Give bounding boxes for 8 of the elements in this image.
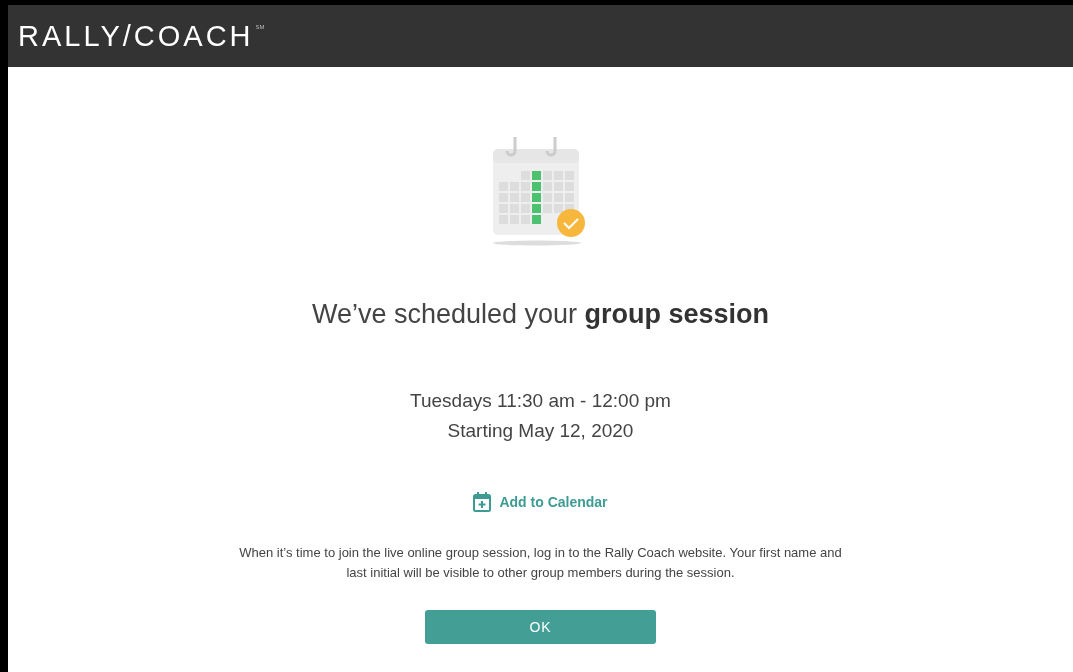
schedule-text: Tuesdays 11:30 am - 12:00 pm	[410, 390, 671, 412]
start-date-text: Starting May 12, 2020	[447, 420, 634, 442]
add-to-calendar-link[interactable]: Add to Calendar	[473, 492, 608, 512]
confirmation-title: We’ve scheduled your group session	[311, 299, 770, 330]
ok-button[interactable]: OK	[425, 610, 656, 644]
logo: RALLY/COACH$^{SM}$	[18, 19, 265, 53]
session-note: When it’s time to join the live online group session, log in to the Rally Coach website. Your first name and last initial will be visible to other group members during the session.	[238, 544, 843, 582]
calendar-plus-icon	[473, 492, 492, 512]
